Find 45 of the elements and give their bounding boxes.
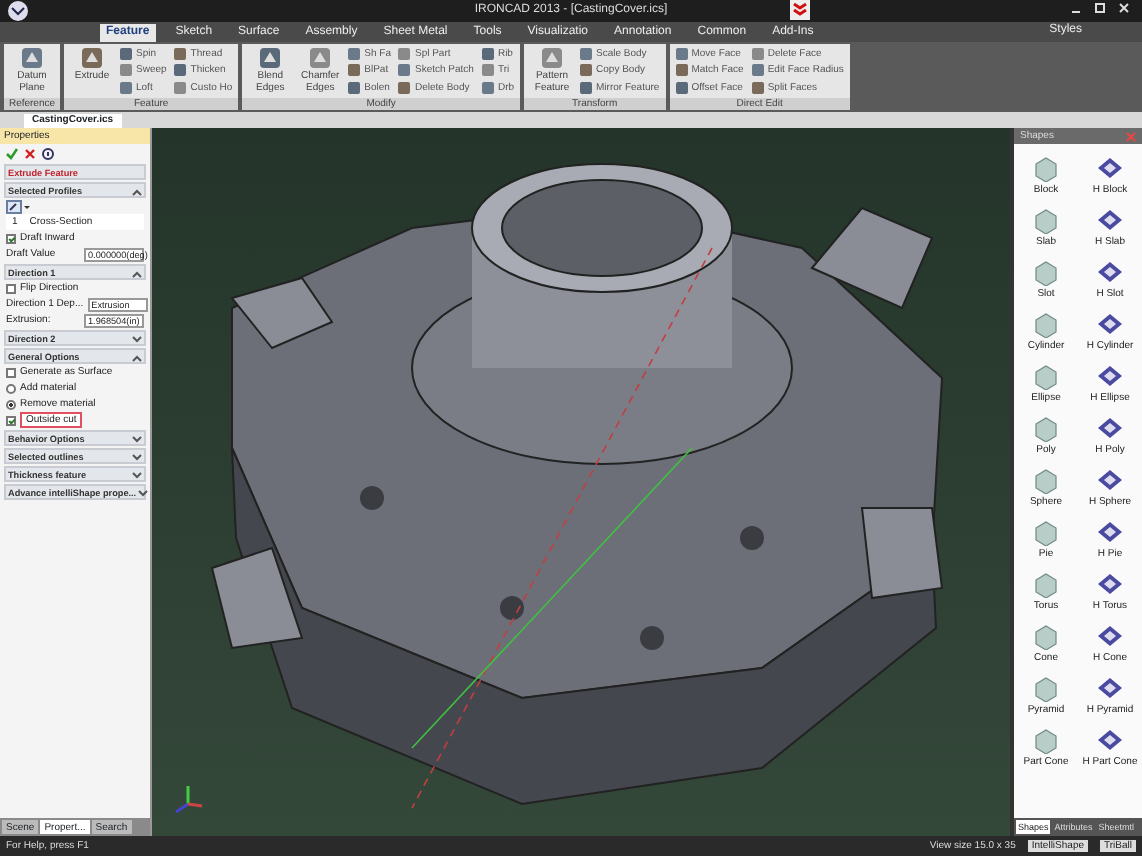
hollow-shape-icon [1096,465,1124,493]
solid-shape-icon [1032,517,1060,545]
help-icon[interactable] [42,147,54,159]
expand-caret-icon[interactable] [132,336,142,344]
maximize-icon[interactable] [1094,2,1106,14]
expand-caret-icon[interactable] [138,490,149,498]
solid-shape-icon [1032,257,1060,285]
hollow-shape-icon [1096,153,1124,181]
hollow-shape-icon [1096,205,1124,233]
hollow-shape-icon [1096,621,1124,649]
chevron-icon[interactable] [790,0,810,20]
checkmark-icon[interactable] [6,147,18,159]
solid-shape-icon [1032,205,1060,233]
solid-shape-icon [1032,309,1060,337]
collapse-caret-icon[interactable] [132,354,142,362]
radio-button[interactable] [6,399,16,409]
hollow-shape-icon [1096,309,1124,337]
solid-shape-icon [1032,413,1060,441]
hollow-shape-icon [1096,257,1124,285]
solid-shape-icon [1032,673,1060,701]
hollow-shape-icon [1096,361,1124,389]
solid-shape-icon [1032,465,1060,493]
hollow-shape-icon [1096,413,1124,441]
solid-shape-icon [1032,361,1060,389]
hollow-shape-icon [1096,673,1124,701]
hollow-shape-icon [1096,725,1124,753]
solid-shape-icon [1032,725,1060,753]
collapse-caret-icon[interactable] [132,270,142,278]
expand-caret-icon[interactable] [132,472,142,480]
expand-caret-icon[interactable] [132,454,142,462]
checkbox[interactable] [6,283,16,293]
profile-picker-icon[interactable] [6,199,30,213]
checkbox[interactable] [6,367,16,377]
radio-button[interactable] [6,383,16,393]
app-logo-icon[interactable] [6,0,30,22]
hollow-shape-icon [1096,569,1124,597]
solid-shape-icon [1032,569,1060,597]
checkbox[interactable] [6,415,16,425]
solid-shape-icon [1032,621,1060,649]
checkbox[interactable] [6,233,16,243]
collapse-caret-icon[interactable] [132,188,142,196]
hollow-shape-icon [1096,517,1124,545]
triad-icon[interactable] [175,786,203,814]
expand-caret-icon[interactable] [132,436,142,444]
solid-shape-icon [1032,153,1060,181]
